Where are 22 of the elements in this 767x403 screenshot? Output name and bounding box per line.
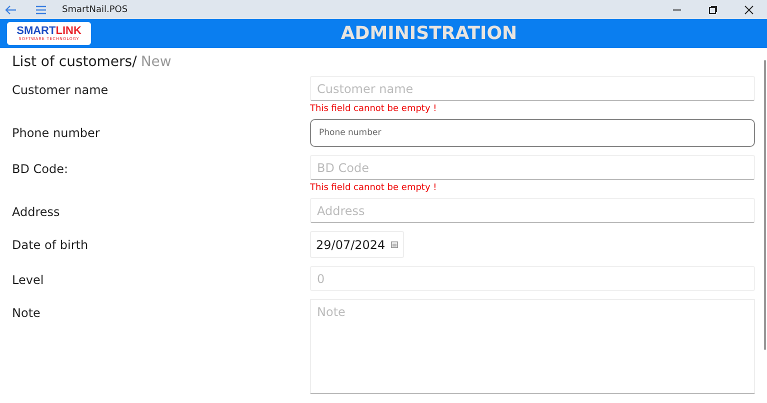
date-picker[interactable]: 29/07/2024 bbox=[310, 231, 404, 258]
error-message: This field cannot be empty ! bbox=[310, 183, 438, 195]
note-field[interactable]: Note bbox=[310, 299, 755, 394]
scrollbar[interactable] bbox=[764, 60, 766, 350]
back-arrow-icon[interactable] bbox=[4, 2, 18, 16]
breadcrumb-link[interactable]: List of customers/ bbox=[12, 54, 137, 70]
number-field[interactable]: 0 bbox=[310, 266, 755, 291]
field-label: Level bbox=[12, 272, 45, 289]
calendar-icon bbox=[391, 241, 398, 248]
header-title: ADMINISTRATION bbox=[340, 23, 518, 44]
window-title: SmartNail.POS bbox=[62, 4, 128, 14]
field-label: Note bbox=[12, 305, 42, 322]
field-label: Phone number bbox=[12, 125, 101, 142]
field-label: Customer name bbox=[12, 82, 110, 99]
field-label: BD Code: bbox=[12, 161, 70, 178]
close-icon[interactable] bbox=[743, 4, 755, 16]
breadcrumb-current: New bbox=[140, 54, 172, 70]
field-label: Date of birth bbox=[12, 237, 90, 254]
text-field[interactable]: Phone number bbox=[310, 119, 755, 147]
restore-icon[interactable] bbox=[707, 4, 719, 16]
error-message: This field cannot be empty ! bbox=[310, 104, 438, 116]
field-label: Address bbox=[12, 204, 61, 221]
